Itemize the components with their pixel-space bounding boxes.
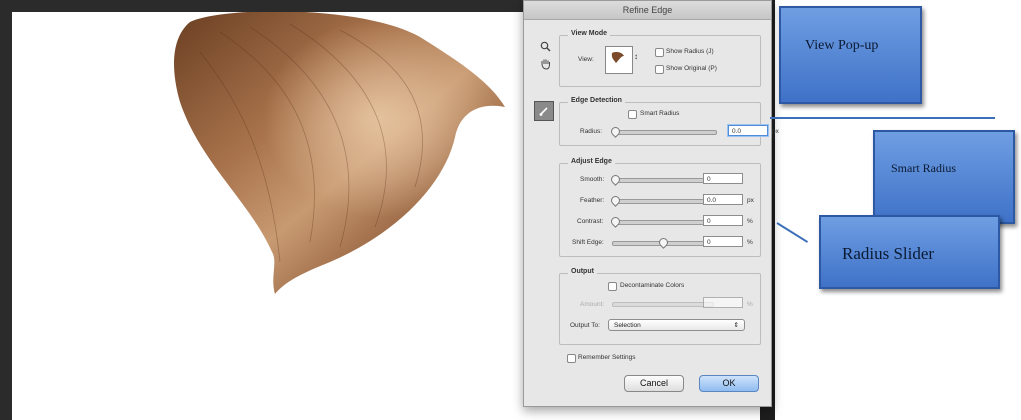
remember-settings-label: Remember Settings <box>578 354 636 361</box>
view-label: View: <box>578 56 594 63</box>
show-original-label: Show Original (P) <box>666 65 717 72</box>
callout-connector-line <box>770 117 995 119</box>
radius-unit: px <box>772 128 779 135</box>
smooth-slider-thumb[interactable] <box>609 173 622 186</box>
radius-slider[interactable] <box>609 125 717 138</box>
output-label: Output <box>568 268 597 275</box>
hair-image <box>174 12 505 294</box>
view-popup-callout-text: View Pop-up <box>805 38 879 53</box>
hand-tool-icon[interactable] <box>538 57 552 71</box>
radius-slider-pointer-line <box>776 222 809 243</box>
radius-slider-callout-text: Radius Slider <box>842 244 935 263</box>
decontaminate-label: Decontaminate Colors <box>620 282 685 289</box>
refine-edge-dialog: Refine Edge View Mode View: ↕ Show Radiu… <box>523 0 779 407</box>
feather-field[interactable]: 0.0 <box>703 194 743 205</box>
smooth-label: Smooth: <box>580 176 605 183</box>
radius-slider-thumb[interactable] <box>609 125 622 138</box>
radius-field[interactable]: 0.0 <box>728 125 768 136</box>
adjust-edge-group: Adjust Edge Smooth: 0 Feather: 0.0 px Co… <box>559 158 761 257</box>
zoom-tool-icon[interactable] <box>538 39 552 53</box>
feather-label: Feather: <box>580 197 605 204</box>
amount-label: Amount: <box>580 301 605 308</box>
shift-edge-slider-thumb[interactable] <box>657 236 670 249</box>
contrast-slider-thumb[interactable] <box>609 215 622 228</box>
decontaminate-checkbox[interactable] <box>608 282 617 291</box>
amount-slider <box>612 302 714 307</box>
edge-detection-group: Edge Detection Smart Radius Radius: 0.0 … <box>559 97 779 146</box>
view-popup-chevron-icon[interactable]: ↕ <box>634 52 638 61</box>
view-popup[interactable] <box>605 46 633 74</box>
shift-edge-slider[interactable] <box>612 236 714 249</box>
amount-unit: % <box>747 301 753 308</box>
remember-settings-checkbox[interactable] <box>567 354 576 363</box>
feather-unit: px <box>747 197 754 204</box>
shift-edge-field[interactable]: 0 <box>703 236 743 247</box>
dialog-title: Refine Edge <box>524 1 771 20</box>
smart-radius-callout-text: Smart Radius <box>891 161 956 175</box>
smooth-field[interactable]: 0 <box>703 173 743 184</box>
output-group: Output Decontaminate Colors Amount: % Ou… <box>559 268 761 345</box>
shift-edge-label: Shift Edge: <box>572 239 604 246</box>
smooth-slider[interactable] <box>609 173 714 186</box>
view-mode-label: View Mode <box>568 30 611 37</box>
contrast-slider[interactable] <box>609 215 714 228</box>
adjust-edge-label: Adjust Edge <box>568 158 615 165</box>
output-to-label: Output To: <box>570 322 600 329</box>
smart-radius-checkbox[interactable] <box>628 110 637 119</box>
shift-edge-unit: % <box>747 239 753 246</box>
radius-slider-callout: Radius Slider <box>819 215 1000 289</box>
radius-label: Radius: <box>580 128 603 135</box>
smart-radius-callout: Smart Radius <box>873 130 1015 224</box>
show-original-checkbox[interactable] <box>655 65 664 74</box>
output-to-select[interactable]: Selection ⇕ <box>608 319 745 331</box>
contrast-unit: % <box>747 218 753 225</box>
select-arrows-icon: ⇕ <box>733 322 739 329</box>
feather-slider[interactable] <box>609 194 714 207</box>
view-mode-group: View Mode View: ↕ Show Radius (J) Show O… <box>559 30 761 87</box>
contrast-field[interactable]: 0 <box>703 215 743 226</box>
output-to-value: Selection <box>614 322 641 329</box>
edge-detection-label: Edge Detection <box>568 97 625 104</box>
ok-button[interactable]: OK <box>699 375 759 392</box>
feather-slider-thumb[interactable] <box>609 194 622 207</box>
view-thumbnail-icon <box>611 52 624 63</box>
contrast-label: Contrast: <box>577 218 604 225</box>
refine-radius-tool-icon[interactable] <box>534 101 554 121</box>
amount-field <box>703 297 743 308</box>
cancel-button[interactable]: Cancel <box>624 375 684 392</box>
view-popup-callout: View Pop-up <box>779 6 922 104</box>
show-radius-label: Show Radius (J) <box>666 48 714 55</box>
smart-radius-label: Smart Radius <box>640 110 680 117</box>
show-radius-checkbox[interactable] <box>655 48 664 57</box>
